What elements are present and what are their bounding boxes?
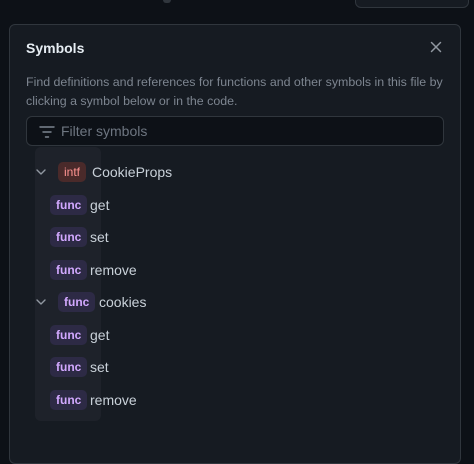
symbol-name: CookieProps xyxy=(92,164,173,180)
chevron-down-icon[interactable] xyxy=(35,166,47,178)
panel-title: Symbols xyxy=(26,40,85,56)
symbol-item-set[interactable]: func set xyxy=(26,221,446,254)
symbol-item-cookieprops[interactable]: intf CookieProps xyxy=(26,156,446,189)
symbol-kind-badge: func xyxy=(58,292,96,312)
filter-icon xyxy=(39,126,55,138)
symbol-kind-badge: func xyxy=(50,357,88,377)
symbol-kind-badge: func xyxy=(50,259,88,280)
chevron-down-icon[interactable] xyxy=(35,296,47,308)
symbol-name: get xyxy=(90,326,110,343)
symbol-item-set[interactable]: func set xyxy=(26,351,446,384)
filter-symbols-input[interactable] xyxy=(61,117,431,145)
close-icon xyxy=(430,41,442,53)
symbol-name: get xyxy=(90,196,110,213)
symbol-item-remove[interactable]: func remove xyxy=(26,254,446,287)
symbol-name: set xyxy=(90,229,109,245)
symbol-item-remove[interactable]: func remove xyxy=(26,384,446,417)
header-indicator xyxy=(163,0,171,3)
symbol-kind-badge: func xyxy=(50,227,88,247)
symbols-panel: Symbols Find definitions and references … xyxy=(9,24,461,464)
symbol-kind-badge: intf xyxy=(58,162,87,182)
symbol-name: cookies xyxy=(99,294,147,310)
symbol-name: remove xyxy=(90,261,137,278)
symbol-item-cookies[interactable]: func cookies xyxy=(26,286,446,319)
symbol-kind-badge: func xyxy=(50,389,88,410)
close-button[interactable] xyxy=(424,35,448,59)
symbol-name: set xyxy=(90,359,109,375)
filter-box[interactable] xyxy=(26,116,444,146)
panel-description: Find definitions and references for func… xyxy=(26,75,443,108)
symbol-tree: intf CookieProps func get func set func … xyxy=(26,156,446,416)
header-button[interactable] xyxy=(355,0,469,8)
symbol-item-get[interactable]: func get xyxy=(26,319,446,352)
symbol-kind-badge: func xyxy=(50,194,88,215)
symbol-item-get[interactable]: func get xyxy=(26,189,446,222)
symbol-kind-badge: func xyxy=(50,324,88,345)
symbol-name: remove xyxy=(90,391,137,408)
